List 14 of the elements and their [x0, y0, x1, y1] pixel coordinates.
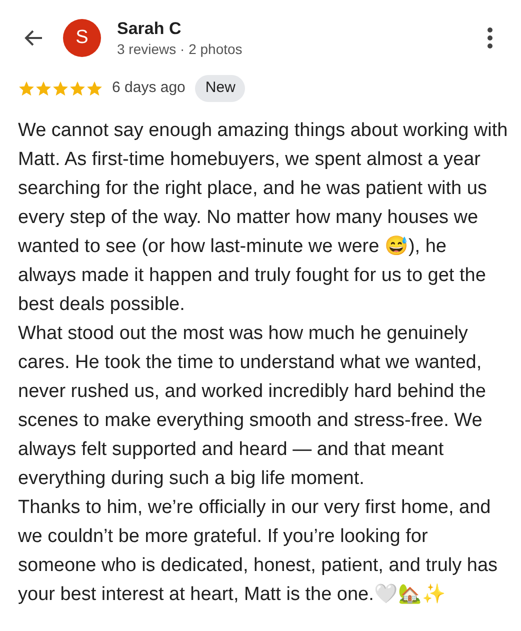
star-icon: [52, 80, 69, 97]
review-paragraph: What stood out the most was how much he genuinely cares. He took the time to understand what we wanted, never rushed us, and worked incredibly hard behind the scenes to make everything smooth and stress-free. We always felt supported and heard — and that meant everything during such a big life moment.: [18, 322, 487, 490]
review-paragraph: Thanks to him, we’re officially in our very first home, and we couldn’t be more grateful. If you’re looking for someone who is dedicated, honest, patient, and truly has your best interest at heart, Matt is the one.🤍🏡✨: [18, 496, 499, 606]
review-paragraph: We cannot say enough amazing things about working with Matt. As first-time homebuyers, we spent almost a year searching for the right place, and he was patient with us every step of the way. No matter how many houses we wanted to see (or how last-minute we were 😅), he always made it happen and truly fought for us to get the best deals possible.: [18, 118, 509, 316]
star-icon: [35, 80, 52, 97]
new-badge: New: [195, 75, 246, 102]
star-icon: [18, 80, 35, 97]
review-time: 6 days ago: [112, 78, 186, 98]
star-icon: [69, 80, 86, 97]
star-icon: [86, 80, 103, 97]
reviewer-name: Sarah C: [117, 18, 182, 40]
reviewer-meta: 3 reviews · 2 photos: [117, 40, 242, 58]
more-options-icon: [487, 27, 493, 49]
avatar: S: [63, 19, 101, 57]
